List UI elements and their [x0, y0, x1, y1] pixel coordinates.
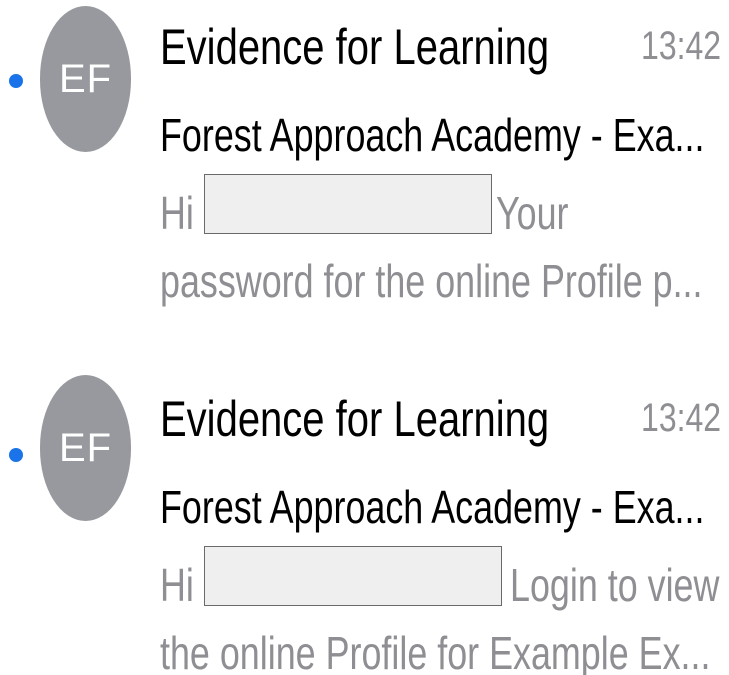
- preview-greeting: Hi: [160, 559, 194, 611]
- sender-name: Evidence for Learning: [160, 19, 550, 75]
- preview-text-line-2: password for the online Profile p...: [160, 255, 703, 307]
- avatar: EF: [40, 6, 131, 152]
- message-time: 13:42: [640, 396, 721, 440]
- preview-greeting: Hi: [160, 187, 194, 239]
- redacted-name-box: [204, 174, 492, 234]
- unread-indicator: [9, 448, 23, 462]
- unread-indicator: [9, 74, 23, 88]
- message-subject: Forest Approach Academy - Exa...: [160, 481, 705, 533]
- message-list: EF Evidence for Learning 13:42 Forest Ap…: [0, 0, 729, 675]
- preview-text: Login to view: [510, 559, 720, 611]
- message-time: 13:42: [640, 24, 721, 68]
- preview-text: Your: [496, 187, 569, 239]
- message-row[interactable]: EF Evidence for Learning 13:42 Forest Ap…: [0, 0, 729, 330]
- message-row[interactable]: EF Evidence for Learning 13:42 Forest Ap…: [0, 372, 729, 675]
- preview-text-line-2: the online Profile for Example Ex...: [160, 627, 711, 675]
- sender-name: Evidence for Learning: [160, 391, 550, 447]
- redacted-name-box: [204, 546, 502, 606]
- avatar: EF: [40, 375, 131, 521]
- message-subject: Forest Approach Academy - Exa...: [160, 109, 705, 161]
